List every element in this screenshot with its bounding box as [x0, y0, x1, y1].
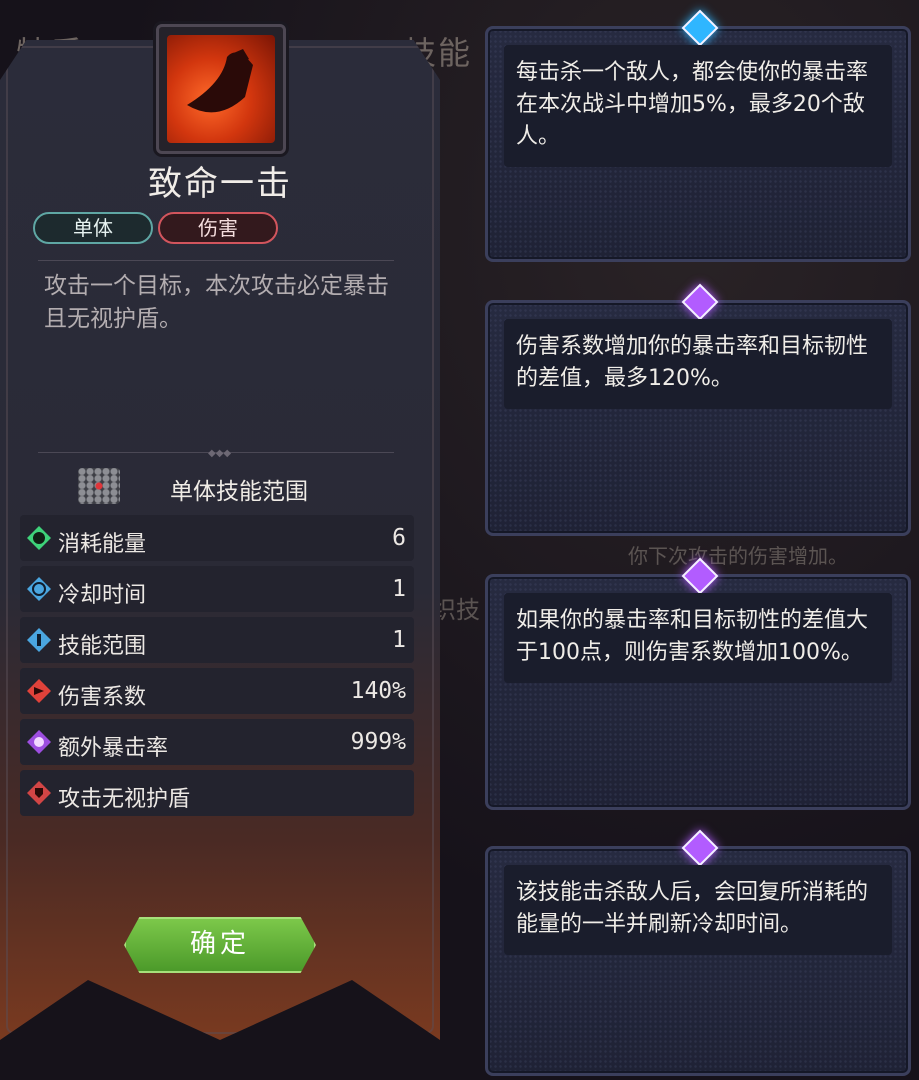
stat-value: 140%	[350, 678, 406, 704]
stat-label: 冷却时间	[58, 583, 147, 608]
skill-name: 致命一击	[148, 164, 292, 204]
stat-row-cooldown: 冷却时间 1	[20, 566, 414, 612]
damage-icon	[27, 679, 51, 703]
upgrade-card-2[interactable]: 伤害系数增加你的暴击率和目标韧性的差值，最多120%。	[485, 283, 911, 536]
stat-row-shield-pierce: 攻击无视护盾	[20, 770, 414, 816]
background-hint-text: 你下次攻击的伤害增加。	[628, 544, 848, 568]
axe-heart-icon	[167, 35, 275, 143]
upgrade-text: 该技能击杀敌人后，会回复所消耗的能量的一半并刷新冷却时间。	[504, 865, 892, 955]
stat-value: 6	[392, 525, 406, 551]
upgrade-card-1[interactable]: 每击杀一个敌人，都会使你的暴击率在本次战斗中增加5%，最多20个敌人。	[485, 9, 911, 262]
confirm-button[interactable]: 确定	[124, 917, 316, 973]
upgrade-text: 如果你的暴击率和目标韧性的差值大于100点，则伤害系数增加100%。	[504, 593, 892, 683]
upgrade-card-3[interactable]: 如果你的暴击率和目标韧性的差值大于100点，则伤害系数增加100%。	[485, 557, 911, 810]
upgrade-text: 每击杀一个敌人，都会使你的暴击率在本次战斗中增加5%，最多20个敌人。	[504, 45, 892, 167]
tag-single-target: 单体	[33, 212, 153, 244]
stat-value: 999%	[350, 729, 406, 755]
crit-icon	[27, 730, 51, 754]
hex-grid-icon	[78, 468, 120, 504]
stat-value: 1	[392, 627, 406, 653]
stat-label: 技能范围	[58, 634, 147, 659]
stat-row-crit: 额外暴击率 999%	[20, 719, 414, 765]
stat-label: 额外暴击率	[58, 736, 169, 761]
stat-label: 攻击无视护盾	[58, 787, 191, 812]
skill-description: 攻击一个目标，本次攻击必定暴击且无视护盾。	[44, 273, 389, 332]
stat-row-energy: 消耗能量 6	[20, 515, 414, 561]
range-label: 单体技能范围	[170, 479, 308, 505]
skill-range-row: 单体技能范围	[78, 466, 408, 506]
skill-icon-frame	[156, 24, 286, 154]
energy-icon	[27, 526, 51, 550]
stat-label: 消耗能量	[58, 532, 147, 557]
tag-damage: 伤害	[158, 212, 278, 244]
shield-pierce-icon	[27, 781, 51, 805]
stat-value: 1	[392, 576, 406, 602]
divider	[38, 260, 394, 261]
upgrade-card-4[interactable]: 该技能击杀敌人后，会回复所消耗的能量的一半并刷新冷却时间。	[485, 829, 911, 1076]
stat-row-range: 技能范围 1	[20, 617, 414, 663]
stat-label: 伤害系数	[58, 685, 147, 710]
stat-row-damage: 伤害系数 140%	[20, 668, 414, 714]
cooldown-icon	[27, 577, 51, 601]
upgrade-text: 伤害系数增加你的暴击率和目标韧性的差值，最多120%。	[504, 319, 892, 409]
range-icon	[27, 628, 51, 652]
divider: ◆◆◆	[38, 448, 394, 459]
